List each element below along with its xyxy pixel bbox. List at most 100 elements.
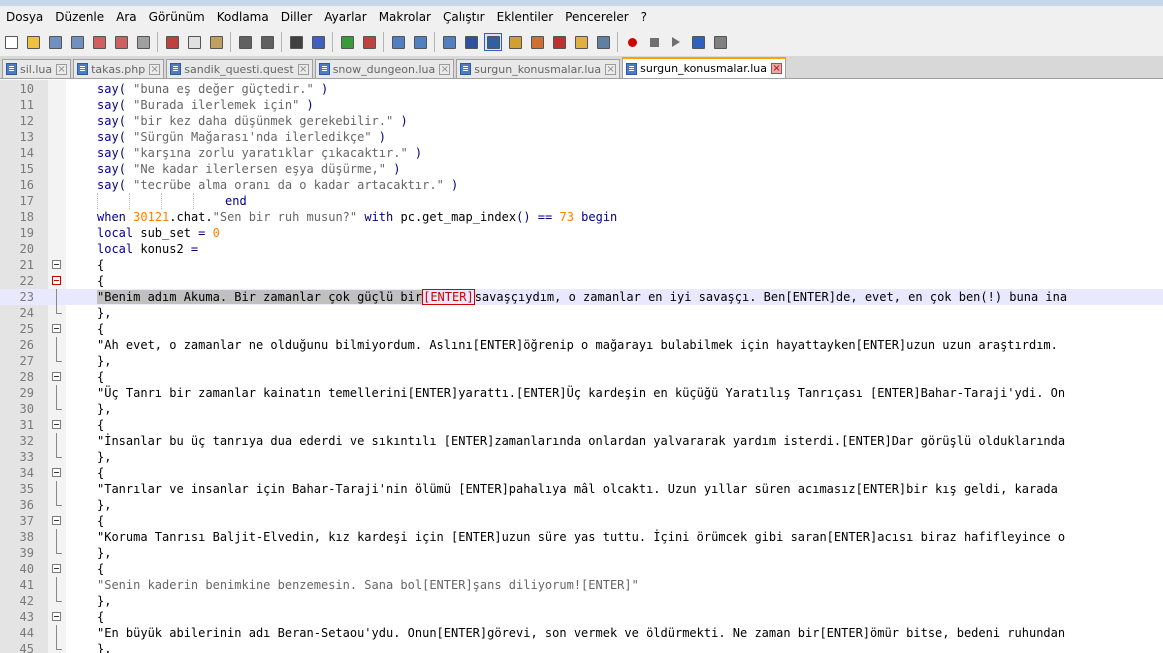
code-line[interactable]: 32 "İnsanlar bu üç tanrıya dua ederdi ve … bbox=[0, 433, 1163, 449]
code-line[interactable]: 42}, bbox=[0, 593, 1163, 609]
code-line[interactable]: 18 when 30121.chat."Sen bir ruh musun?" w… bbox=[0, 209, 1163, 225]
show-all-chars-icon[interactable] bbox=[462, 33, 480, 51]
code-line[interactable]: 15 say( "Ne kadar ilerlersen eşya düşürme… bbox=[0, 161, 1163, 177]
code-line[interactable]: 10 say( "buna eş değer güçtedir." ) bbox=[0, 81, 1163, 97]
menu-item-6[interactable]: Ayarlar bbox=[318, 10, 372, 24]
code-line[interactable]: 43 { bbox=[0, 609, 1163, 625]
save-all-icon[interactable] bbox=[68, 33, 86, 51]
code-line[interactable]: 35 "Tanrılar ve insanlar için Bahar-Taraj… bbox=[0, 481, 1163, 497]
fold-toggle-icon[interactable] bbox=[52, 372, 61, 381]
undo-icon[interactable] bbox=[236, 33, 254, 51]
code-editor[interactable]: 10 say( "buna eş değer güçtedir." ) 11 say(… bbox=[0, 80, 1163, 653]
close-icon[interactable] bbox=[90, 33, 108, 51]
code-line[interactable]: 12 say( "bir kez daha düşünmek gerekebili… bbox=[0, 113, 1163, 129]
tab-3[interactable]: snow_dungeon.lua × bbox=[314, 59, 455, 78]
print-icon[interactable] bbox=[134, 33, 152, 51]
code-line[interactable]: 20 local konus2 = bbox=[0, 241, 1163, 257]
close-tab-icon[interactable]: × bbox=[56, 63, 68, 75]
sync-h-icon[interactable] bbox=[411, 33, 429, 51]
close-tab-icon[interactable]: × bbox=[149, 63, 161, 75]
close-tab-icon[interactable]: × bbox=[771, 63, 783, 74]
fold-toggle-icon[interactable] bbox=[52, 564, 61, 573]
tab-4[interactable]: surgun_konusmalar.lua × bbox=[456, 59, 621, 78]
record-macro-icon[interactable] bbox=[623, 33, 641, 51]
copy-icon[interactable] bbox=[185, 33, 203, 51]
cut-icon[interactable] bbox=[163, 33, 181, 51]
close-tab-icon[interactable]: × bbox=[439, 63, 451, 75]
code-line[interactable]: 17 end bbox=[0, 193, 1163, 209]
code-line[interactable]: 13 say( "Sürgün Mağarası'nda ilerledikçe"… bbox=[0, 129, 1163, 145]
menu-item-10[interactable]: Pencereler bbox=[559, 10, 634, 24]
menu-item-9[interactable]: Eklentiler bbox=[491, 10, 560, 24]
lang-icon[interactable] bbox=[506, 33, 524, 51]
code-line[interactable]: 31 { bbox=[0, 417, 1163, 433]
run-macro-multiple-icon[interactable] bbox=[689, 33, 707, 51]
function-list-icon[interactable] bbox=[550, 33, 568, 51]
fold-toggle-icon[interactable] bbox=[52, 612, 61, 621]
code-line[interactable]: 36}, bbox=[0, 497, 1163, 513]
menu-item-5[interactable]: Diller bbox=[275, 10, 319, 24]
menu-item-7[interactable]: Makrolar bbox=[373, 10, 437, 24]
word-wrap-icon[interactable] bbox=[440, 33, 458, 51]
code-line[interactable]: 27}, bbox=[0, 353, 1163, 369]
tab-2[interactable]: sandik_questi.quest × bbox=[166, 59, 313, 78]
code-line[interactable]: 22 { bbox=[0, 273, 1163, 289]
save-icon[interactable] bbox=[46, 33, 64, 51]
find-icon[interactable] bbox=[287, 33, 305, 51]
code-line[interactable]: 21 { bbox=[0, 257, 1163, 273]
code-line[interactable]: 29 "Üç Tanrı bir zamanlar kainatın temell… bbox=[0, 385, 1163, 401]
code-line[interactable]: 34 { bbox=[0, 465, 1163, 481]
code-line[interactable]: 39}, bbox=[0, 545, 1163, 561]
open-file-icon[interactable] bbox=[24, 33, 42, 51]
menu-item-1[interactable]: Düzenle bbox=[49, 10, 110, 24]
menu-item-8[interactable]: Çalıştır bbox=[437, 10, 491, 24]
code-line[interactable]: 37 { bbox=[0, 513, 1163, 529]
code-line[interactable]: 41 "Senin kaderin benimkine benzemesin. S… bbox=[0, 577, 1163, 593]
close-tab-icon[interactable]: × bbox=[297, 63, 309, 75]
code-line[interactable]: 26 "Ah evet, o zamanlar ne olduğunu bilmi… bbox=[0, 337, 1163, 353]
close-all-icon[interactable] bbox=[112, 33, 130, 51]
code-line[interactable]: 28 { bbox=[0, 369, 1163, 385]
replace-icon[interactable] bbox=[309, 33, 327, 51]
code-line[interactable]: 16 say( "tecrübe alma oranı da o kadar ar… bbox=[0, 177, 1163, 193]
tab-0[interactable]: sil.lua × bbox=[2, 59, 72, 78]
play-macro-icon[interactable] bbox=[667, 33, 685, 51]
new-file-icon[interactable] bbox=[2, 33, 20, 51]
fold-toggle-icon[interactable] bbox=[52, 276, 61, 285]
save-macro-icon[interactable] bbox=[711, 33, 729, 51]
fold-toggle-icon[interactable] bbox=[52, 420, 61, 429]
menu-item-4[interactable]: Kodlama bbox=[211, 10, 275, 24]
code-line[interactable]: 14 say( "karşına zorlu yaratıklar çıkacak… bbox=[0, 145, 1163, 161]
fold-toggle-icon[interactable] bbox=[52, 516, 61, 525]
zoom-in-icon[interactable] bbox=[338, 33, 356, 51]
code-line[interactable]: 23 "Benim adım Akuma. Bir zamanlar çok gü… bbox=[0, 289, 1163, 305]
code-line[interactable]: 33}, bbox=[0, 449, 1163, 465]
code-line[interactable]: 11 say( "Burada ilerlemek için" ) bbox=[0, 97, 1163, 113]
stop-record-icon[interactable] bbox=[645, 33, 663, 51]
code-line[interactable]: 38 "Koruma Tanrısı Baljit-Elvedin, kız ka… bbox=[0, 529, 1163, 545]
tab-1[interactable]: takas.php × bbox=[73, 59, 165, 78]
fold-toggle-icon[interactable] bbox=[52, 260, 61, 269]
tab-5[interactable]: surgun_konusmalar.lua × bbox=[622, 57, 787, 78]
redo-icon[interactable] bbox=[258, 33, 276, 51]
fold-toggle-icon[interactable] bbox=[52, 468, 61, 477]
code-line[interactable]: 45}, bbox=[0, 641, 1163, 653]
monitor-icon[interactable] bbox=[594, 33, 612, 51]
indent-guide-icon[interactable] bbox=[484, 33, 502, 51]
code-line[interactable]: 25 { bbox=[0, 321, 1163, 337]
code-line[interactable]: 24}, bbox=[0, 305, 1163, 321]
close-tab-icon[interactable]: × bbox=[605, 63, 617, 75]
zoom-out-icon[interactable] bbox=[360, 33, 378, 51]
folder-icon[interactable] bbox=[572, 33, 590, 51]
menu-item-2[interactable]: Ara bbox=[110, 10, 143, 24]
code-line[interactable]: 19 local sub_set = 0 bbox=[0, 225, 1163, 241]
paste-icon[interactable] bbox=[207, 33, 225, 51]
code-line[interactable]: 40 { bbox=[0, 561, 1163, 577]
doc-map-icon[interactable] bbox=[528, 33, 546, 51]
code-line[interactable]: 44 "En büyük abilerinin adı Beran-Setaou'… bbox=[0, 625, 1163, 641]
fold-toggle-icon[interactable] bbox=[52, 324, 61, 333]
code-line[interactable]: 30}, bbox=[0, 401, 1163, 417]
sync-v-icon[interactable] bbox=[389, 33, 407, 51]
menu-item-0[interactable]: Dosya bbox=[0, 10, 49, 24]
menu-item-3[interactable]: Görünüm bbox=[143, 10, 211, 24]
